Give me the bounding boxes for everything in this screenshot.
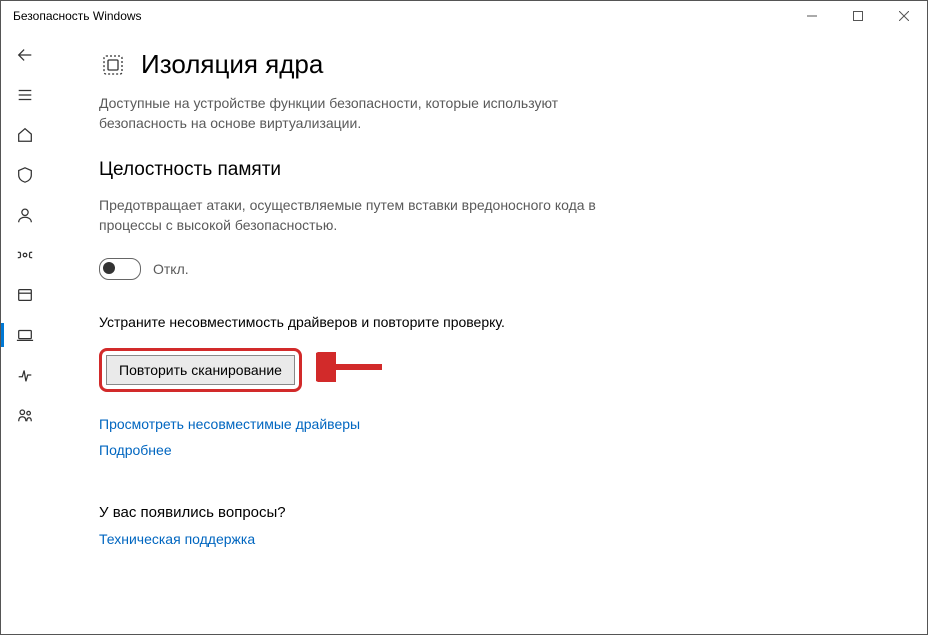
memory-integrity-description: Предотвращает атаки, осуществляемые путе… <box>99 195 659 236</box>
app-body: Изоляция ядра Доступные на устройстве фу… <box>1 31 927 634</box>
link-support[interactable]: Техническая поддержка <box>99 531 887 547</box>
memory-integrity-title: Целостность памяти <box>99 159 887 181</box>
memory-integrity-toggle-row: Откл. <box>99 258 887 280</box>
sidebar-item-account[interactable] <box>1 195 49 235</box>
main-content: Изоляция ядра Доступные на устройстве фу… <box>49 31 927 634</box>
page-description: Доступные на устройстве функции безопасн… <box>99 94 639 133</box>
memory-integrity-toggle[interactable] <box>99 258 141 280</box>
sidebar-item-device-performance[interactable] <box>1 355 49 395</box>
memory-integrity-toggle-label: Откл. <box>153 261 189 277</box>
sidebar-item-virus[interactable] <box>1 155 49 195</box>
window-controls <box>789 1 927 31</box>
menu-button[interactable] <box>1 75 49 115</box>
minimize-button[interactable] <box>789 1 835 31</box>
page-title: Изоляция ядра <box>141 49 323 80</box>
titlebar: Безопасность Windows <box>1 1 927 31</box>
link-more-info[interactable]: Подробнее <box>99 442 887 458</box>
driver-fix-text: Устраните несовместимость драйверов и по… <box>99 314 887 330</box>
link-incompatible-drivers[interactable]: Просмотреть несовместимые драйверы <box>99 416 887 432</box>
rescan-row: Повторить сканирование <box>99 348 887 392</box>
page-header: Изоляция ядра <box>99 49 887 80</box>
sidebar-item-device-security[interactable] <box>1 315 49 355</box>
rescan-button[interactable]: Повторить сканирование <box>106 355 295 385</box>
maximize-button[interactable] <box>835 1 881 31</box>
close-button[interactable] <box>881 1 927 31</box>
help-heading: У вас появились вопросы? <box>99 504 887 521</box>
sidebar-item-firewall[interactable] <box>1 235 49 275</box>
sidebar-item-home[interactable] <box>1 115 49 155</box>
app-window: Безопасность Windows <box>0 0 928 635</box>
back-button[interactable] <box>1 35 49 75</box>
window-title: Безопасность Windows <box>1 9 142 23</box>
sidebar <box>1 31 49 634</box>
sidebar-item-app-browser[interactable] <box>1 275 49 315</box>
core-isolation-icon <box>99 51 127 79</box>
rescan-highlight: Повторить сканирование <box>99 348 302 392</box>
annotation-arrow-icon <box>316 352 384 387</box>
sidebar-item-family[interactable] <box>1 395 49 435</box>
